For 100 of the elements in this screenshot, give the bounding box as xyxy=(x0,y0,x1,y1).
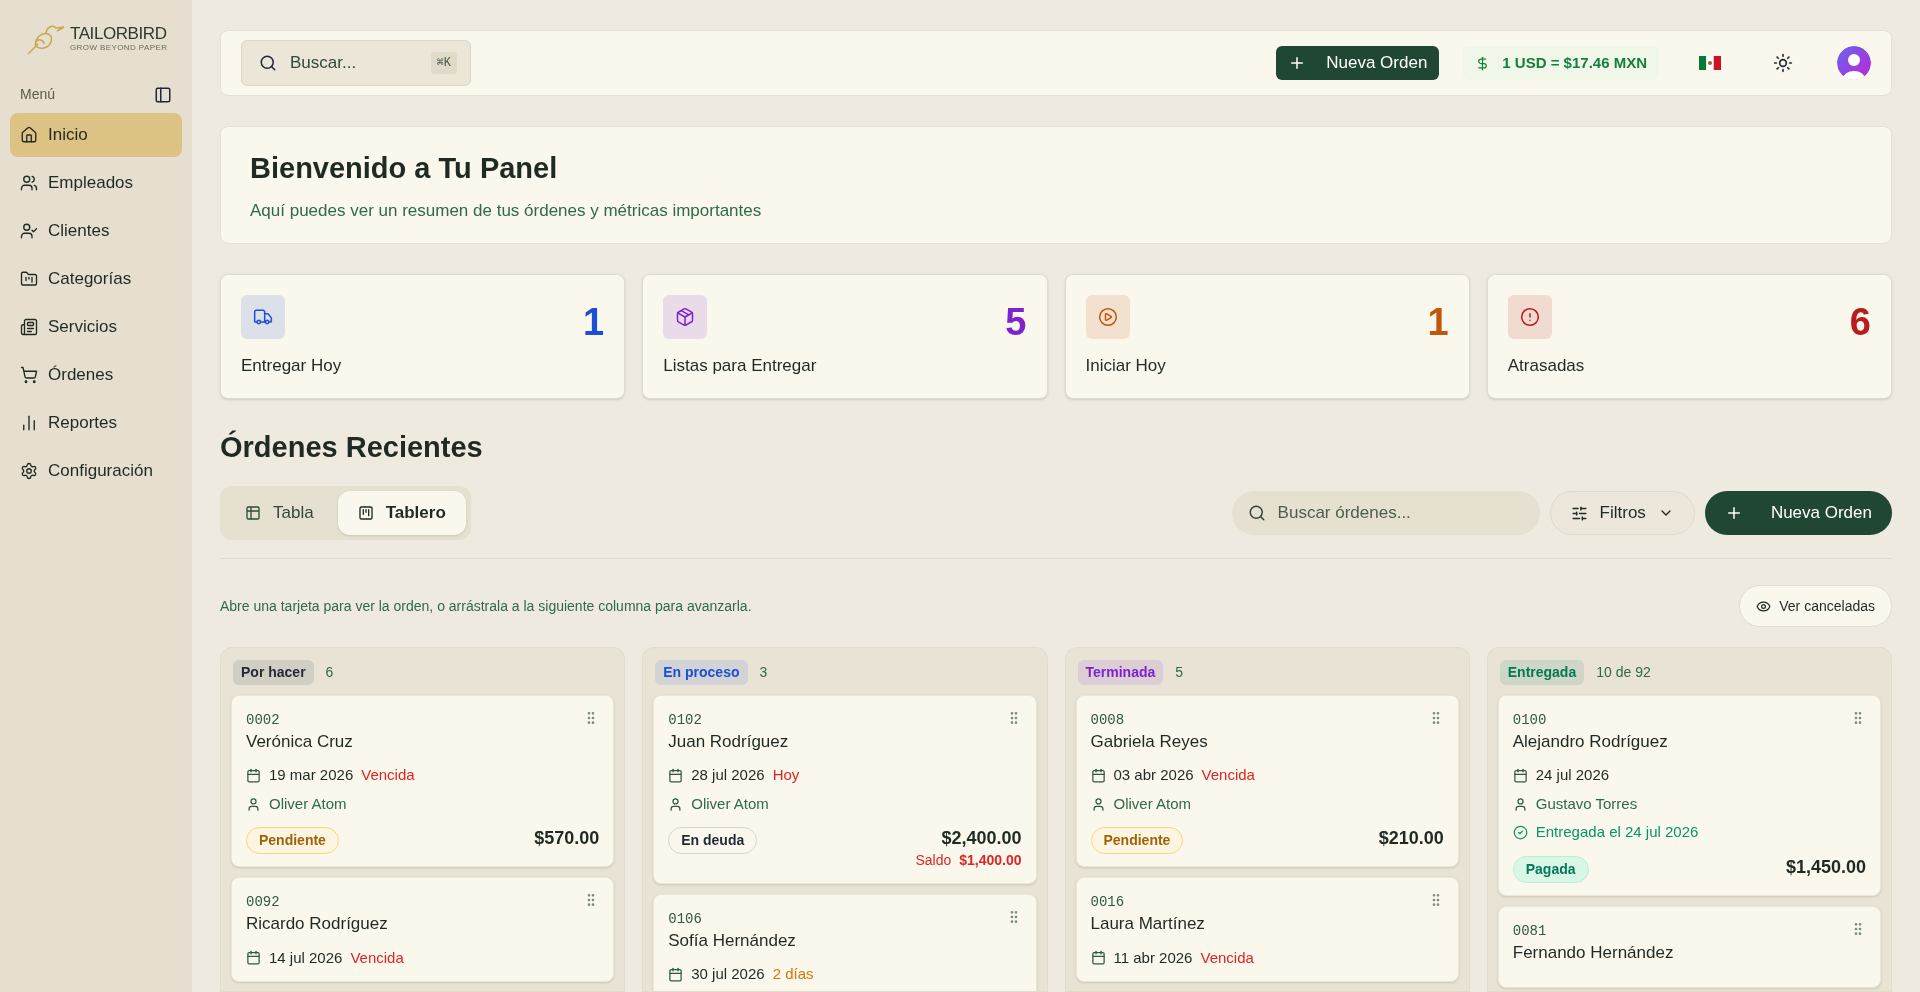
due-date: 14 jul 2026 xyxy=(269,947,343,968)
bar-chart-icon xyxy=(20,414,38,432)
order-number: 0081 xyxy=(1512,921,1547,941)
order-card[interactable]: 0081 Fernando Hernández xyxy=(1497,905,1881,988)
sun-icon[interactable] xyxy=(1773,53,1793,73)
nav-item[interactable]: Inicio xyxy=(10,113,182,157)
due-date: 24 jul 2026 xyxy=(1535,765,1610,786)
due-status: Vencida xyxy=(1201,765,1255,786)
avatar[interactable] xyxy=(1837,46,1871,80)
order-card[interactable]: 0102 Juan Rodríguez 28 jul 2026 Hoy Oliver Atom En deuda $2,400.00 Saldo $1,400.00 xyxy=(653,695,1037,884)
calendar-icon xyxy=(246,768,261,783)
settings-icon xyxy=(20,462,38,480)
due-date: 03 abr 2026 xyxy=(1113,765,1194,786)
stat-value: 5 xyxy=(1005,303,1027,341)
flag-icon[interactable] xyxy=(1699,56,1721,70)
column-status-badge: Entregada xyxy=(1499,660,1585,685)
stat-value: 6 xyxy=(1849,303,1871,341)
board-hint: Abre una tarjeta para ver la orden, o arrástrala a la siguiente columna para avanzarla. xyxy=(220,596,752,616)
assignee-name: Oliver Atom xyxy=(1113,793,1192,814)
column-status-badge: Por hacer xyxy=(233,660,314,685)
logo-name: TAILORBIRD xyxy=(70,24,168,42)
view-cancelled-button[interactable]: Ver canceladas xyxy=(1739,585,1892,627)
nav-item[interactable]: Clientes xyxy=(10,209,182,253)
search-icon xyxy=(259,54,277,72)
new-order-button[interactable]: Nueva Orden xyxy=(1276,46,1440,80)
view-tab[interactable]: Tablero xyxy=(337,491,466,535)
order-card[interactable]: 0008 Gabriela Reyes 03 abr 2026 Vencida Oliver Atom Pendiente $210.00 xyxy=(1075,695,1459,868)
nav-item[interactable]: Empleados xyxy=(10,161,182,205)
order-number: 0092 xyxy=(246,893,280,913)
due-status: Vencida xyxy=(1200,947,1254,968)
customer-name: Juan Rodríguez xyxy=(668,731,790,753)
order-search-field[interactable]: Buscar órdenes... xyxy=(1231,491,1540,535)
stat-label: Entregar Hoy xyxy=(241,354,343,377)
due-status: Hoy xyxy=(772,765,800,786)
cart-icon xyxy=(20,366,38,384)
sliders-icon xyxy=(1570,504,1588,522)
balance-label: Saldo xyxy=(915,850,952,870)
person-icon xyxy=(1512,796,1528,812)
due-status: Vencida xyxy=(361,765,415,786)
customer-name: Ricardo Rodríguez xyxy=(246,913,389,935)
calendar-icon xyxy=(668,966,684,982)
customer-name: Laura Martínez xyxy=(1090,913,1206,935)
due-date: 30 jul 2026 xyxy=(691,964,765,984)
kanban-icon xyxy=(357,505,374,521)
folder-icon xyxy=(20,270,38,288)
order-card[interactable]: 0092 Ricardo Rodríguez 14 jul 2026 Vencida xyxy=(231,877,615,982)
welcome-subtitle: Aquí puedes ver un resumen de tus órdenes y métricas importantes xyxy=(250,200,763,222)
balance-amount: $1,400.00 xyxy=(959,850,1022,870)
person-icon xyxy=(1090,796,1106,812)
order-total: $1,450.00 xyxy=(1785,855,1866,879)
order-card[interactable]: 0100 Alejandro Rodríguez 24 jul 2026 Gustavo Torres Entregada el 24 jul 2026 Pagada $1,450.00 xyxy=(1497,695,1881,896)
column-count: 6 xyxy=(325,663,334,682)
check-circle-icon xyxy=(1512,825,1528,840)
customer-name: Alejandro Rodríguez xyxy=(1512,731,1669,753)
column-count: 3 xyxy=(759,663,768,682)
column-count: 5 xyxy=(1175,663,1184,682)
eye-icon xyxy=(1756,598,1772,614)
house-icon xyxy=(20,126,38,144)
order-number: 0002 xyxy=(246,711,280,730)
welcome-title: Bienvenido a Tu Panel xyxy=(250,150,559,186)
due-status: 2 días xyxy=(772,964,814,984)
logo-tagline: GROW BEYOND PAPER xyxy=(70,43,168,52)
calendar-icon xyxy=(668,768,684,783)
search-icon xyxy=(1247,504,1266,522)
order-card[interactable]: 0106 Sofía Hernández 30 jul 2026 2 días xyxy=(653,893,1037,991)
exchange-rate-badge: 1 USD = $17.46 MXN xyxy=(1463,46,1659,80)
nav-item[interactable]: Reportes xyxy=(10,401,182,445)
order-total: $2,400.00 xyxy=(941,827,1022,850)
menu-label: Menú xyxy=(20,85,56,104)
column-status-badge: Terminada xyxy=(1077,660,1164,685)
order-total: $570.00 xyxy=(534,827,600,850)
order-card[interactable]: 0016 Laura Martínez 11 abr 2026 Vencida xyxy=(1075,877,1459,982)
customer-name: Sofía Hernández xyxy=(668,929,797,951)
stat-label: Listas para Entregar xyxy=(663,354,818,377)
filters-button[interactable]: Filtros xyxy=(1549,491,1695,535)
view-tab[interactable]: Tabla xyxy=(225,491,334,535)
calendar-icon xyxy=(1090,768,1106,783)
order-number: 0008 xyxy=(1090,711,1125,730)
nav-item[interactable]: Configuración xyxy=(10,449,182,493)
order-number: 0016 xyxy=(1090,893,1125,913)
order-number: 0102 xyxy=(668,711,702,730)
new-order-button[interactable]: Nueva Orden xyxy=(1704,491,1892,535)
order-card[interactable]: 0002 Verónica Cruz 19 mar 2026 Vencida Oliver Atom Pendiente $570.00 xyxy=(231,695,615,868)
nav-item[interactable]: Órdenes xyxy=(10,353,182,397)
calendar-icon xyxy=(1512,768,1528,783)
payment-status-badge: Pagada xyxy=(1512,855,1589,883)
customer-name: Verónica Cruz xyxy=(246,731,354,753)
panel-toggle-icon[interactable] xyxy=(154,85,172,104)
payment-status-badge: Pendiente xyxy=(1090,827,1184,855)
nav-item[interactable]: Categorías xyxy=(10,257,182,301)
calendar-icon xyxy=(1090,950,1106,966)
stat-label: Iniciar Hoy xyxy=(1085,354,1167,377)
column-status-badge: En proceso xyxy=(655,660,748,685)
nav-item[interactable]: Servicios xyxy=(10,305,182,349)
order-total: $210.00 xyxy=(1378,827,1444,850)
stat-label: Atrasadas xyxy=(1507,354,1586,377)
stat-value: 1 xyxy=(583,303,605,341)
customer-name: Fernando Hernández xyxy=(1512,941,1675,963)
due-date: 11 abr 2026 xyxy=(1113,947,1193,968)
calendar-icon xyxy=(246,950,261,966)
